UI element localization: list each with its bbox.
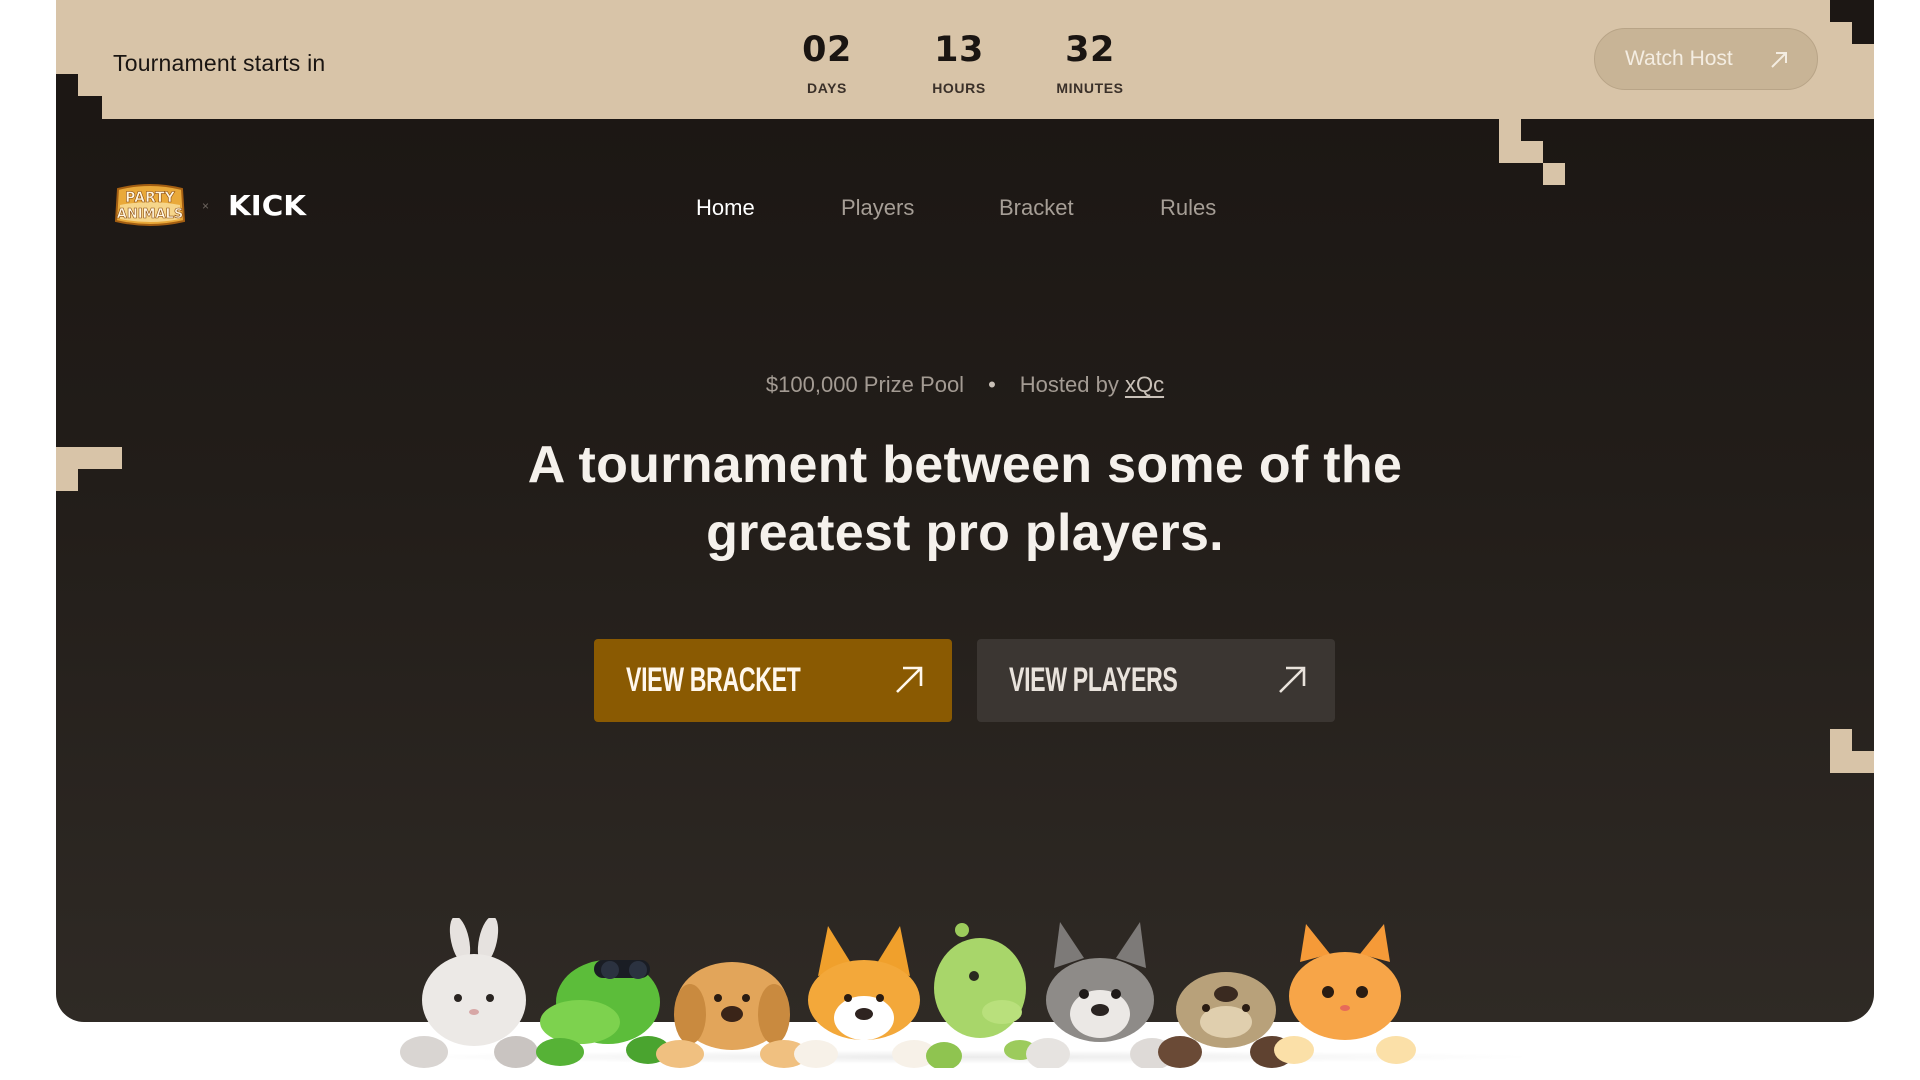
pixel-deco-under-banner	[1499, 119, 1521, 163]
arrow-up-right-icon	[896, 666, 923, 693]
pixel-deco-right-2	[1852, 751, 1874, 773]
countdown-days: 02 DAYS	[772, 28, 882, 96]
headline-line-2: greatest pro players.	[706, 504, 1224, 562]
countdown-minutes-value: 32	[1065, 30, 1115, 70]
nav-players[interactable]: Players	[841, 195, 914, 221]
golden-dog-character	[656, 962, 808, 1068]
otter-character	[1158, 972, 1294, 1068]
pixel-deco-right	[1830, 729, 1852, 773]
countdown-days-value: 02	[802, 30, 852, 70]
prize-pool: $100,000 Prize Pool	[765, 372, 965, 397]
pixel-deco-under-banner-3	[1543, 163, 1565, 185]
hero-card: PARTY ANIMALS × KICK Home Players Bracke…	[56, 119, 1874, 1022]
crocodile-character	[536, 960, 670, 1066]
countdown-hours-value: 13	[934, 30, 984, 70]
countdown-hours-label: HOURS	[932, 80, 986, 96]
watch-host-button[interactable]: Watch Host	[1594, 28, 1818, 90]
countdown-days-label: DAYS	[806, 80, 847, 96]
corgi-character	[794, 926, 936, 1068]
pixel-deco-top-right	[1830, 0, 1874, 22]
nav-rules[interactable]: Rules	[1160, 195, 1216, 221]
main-nav: Home Players Bracket Rules	[56, 195, 1874, 225]
nav-bracket[interactable]: Bracket	[999, 195, 1074, 221]
pixel-deco-top-right-2	[1852, 22, 1874, 44]
pixel-deco-banner-left-3	[78, 96, 102, 119]
watch-host-label: Watch Host	[1625, 47, 1733, 70]
orange-cat-character	[1274, 924, 1416, 1064]
page: Tournament starts in 02 DAYS 13 HOURS 32…	[0, 0, 1920, 1080]
countdown-minutes: 32 MINUTES	[1035, 28, 1145, 96]
hero-meta: $100,000 Prize Pool • Hosted by xQc	[56, 372, 1874, 398]
meta-separator: •	[988, 372, 996, 397]
view-players-button[interactable]: VIEW PLAYERS	[977, 639, 1335, 722]
nav-home[interactable]: Home	[696, 195, 755, 221]
headline-line-1: A tournament between some of the	[527, 436, 1403, 494]
hosted-by-label: Hosted by	[1019, 372, 1119, 397]
countdown-hours: 13 HOURS	[904, 28, 1014, 96]
husky-character	[1026, 922, 1174, 1068]
hero-headline: A tournament between some of the greates…	[56, 431, 1874, 567]
character-lineup	[400, 918, 1416, 1068]
pixel-deco-banner-left	[56, 74, 78, 96]
view-bracket-button[interactable]: VIEW BRACKET	[594, 639, 952, 722]
host-link[interactable]: xQc	[1125, 372, 1164, 397]
arrow-up-right-icon	[1279, 666, 1306, 693]
bunny-character	[400, 918, 538, 1068]
countdown-banner: Tournament starts in 02 DAYS 13 HOURS 32…	[56, 0, 1874, 119]
dinosaur-character	[926, 923, 1036, 1068]
countdown-minutes-label: MINUTES	[1056, 80, 1124, 96]
pixel-deco-under-banner-2	[1521, 141, 1543, 163]
view-bracket-label: VIEW BRACKET	[626, 661, 801, 699]
view-players-label: VIEW PLAYERS	[1009, 661, 1178, 699]
arrow-up-right-icon	[1771, 52, 1787, 68]
